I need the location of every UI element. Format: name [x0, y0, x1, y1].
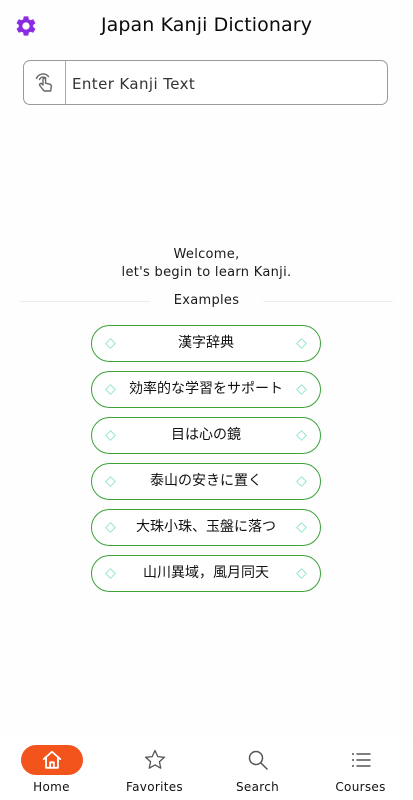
- divider-line-right: [263, 301, 393, 302]
- example-button[interactable]: 大珠小珠、玉盤に落つ: [91, 509, 321, 546]
- example-button[interactable]: 漢字辞典: [91, 325, 321, 362]
- example-text: 効率的な学習をサポート: [129, 381, 283, 397]
- example-button[interactable]: 泰山の安きに置く: [91, 463, 321, 500]
- example-text: 大珠小珠、玉盤に落つ: [136, 519, 276, 535]
- diamond-icon: [296, 430, 307, 441]
- diamond-icon: [105, 384, 116, 395]
- tab-search-label: Search: [235, 780, 280, 794]
- example-button[interactable]: 目は心の鏡: [91, 417, 321, 454]
- list-icon: [351, 753, 371, 767]
- search-input[interactable]: [70, 69, 374, 99]
- diamond-icon: [105, 338, 116, 349]
- app-header: Japan Kanji Dictionary: [0, 0, 413, 56]
- diamond-icon: [105, 522, 116, 533]
- page-title: Japan Kanji Dictionary: [100, 14, 313, 36]
- bottom-tab-bar: Home Favorites Search Courses: [0, 738, 413, 800]
- home-icon-pill: [20, 745, 83, 775]
- example-text: 山川異域，風月同天: [143, 565, 269, 581]
- tab-home[interactable]: Home: [0, 738, 103, 800]
- welcome-line-1: Welcome,: [173, 247, 240, 262]
- tab-courses-label: Courses: [335, 780, 386, 794]
- example-text: 泰山の安きに置く: [150, 473, 262, 489]
- search-icon-wrap: [227, 745, 289, 775]
- welcome-line-2: let's begin to learn Kanji.: [121, 265, 292, 280]
- diamond-icon: [105, 568, 116, 579]
- welcome-message: Welcome, let's begin to learn Kanji.: [0, 246, 413, 282]
- diamond-icon: [105, 476, 116, 487]
- diamond-icon: [296, 384, 307, 395]
- diamond-icon: [296, 568, 307, 579]
- tab-search[interactable]: Search: [206, 738, 309, 800]
- example-text: 目は心の鏡: [171, 427, 241, 443]
- example-text: 漢字辞典: [178, 335, 234, 351]
- example-button[interactable]: 山川異域，風月同天: [91, 555, 321, 592]
- examples-divider: Examples: [20, 293, 393, 311]
- tab-favorites-label: Favorites: [126, 780, 183, 794]
- list-icon-wrap: [330, 745, 392, 775]
- kanji-search-box: [23, 60, 388, 105]
- handwriting-button[interactable]: [24, 61, 66, 104]
- star-icon: [144, 749, 165, 769]
- example-button[interactable]: 効率的な学習をサポート: [91, 371, 321, 408]
- diamond-icon: [296, 522, 307, 533]
- diamond-icon: [296, 338, 307, 349]
- diamond-icon: [296, 476, 307, 487]
- tab-favorites[interactable]: Favorites: [103, 738, 206, 800]
- tab-home-label: Home: [33, 780, 70, 794]
- tab-courses[interactable]: Courses: [309, 738, 412, 800]
- search-icon: [248, 750, 268, 770]
- home-icon: [42, 750, 61, 769]
- diamond-icon: [105, 430, 116, 441]
- star-icon-wrap: [124, 745, 186, 775]
- hand-tap-icon: [35, 72, 52, 92]
